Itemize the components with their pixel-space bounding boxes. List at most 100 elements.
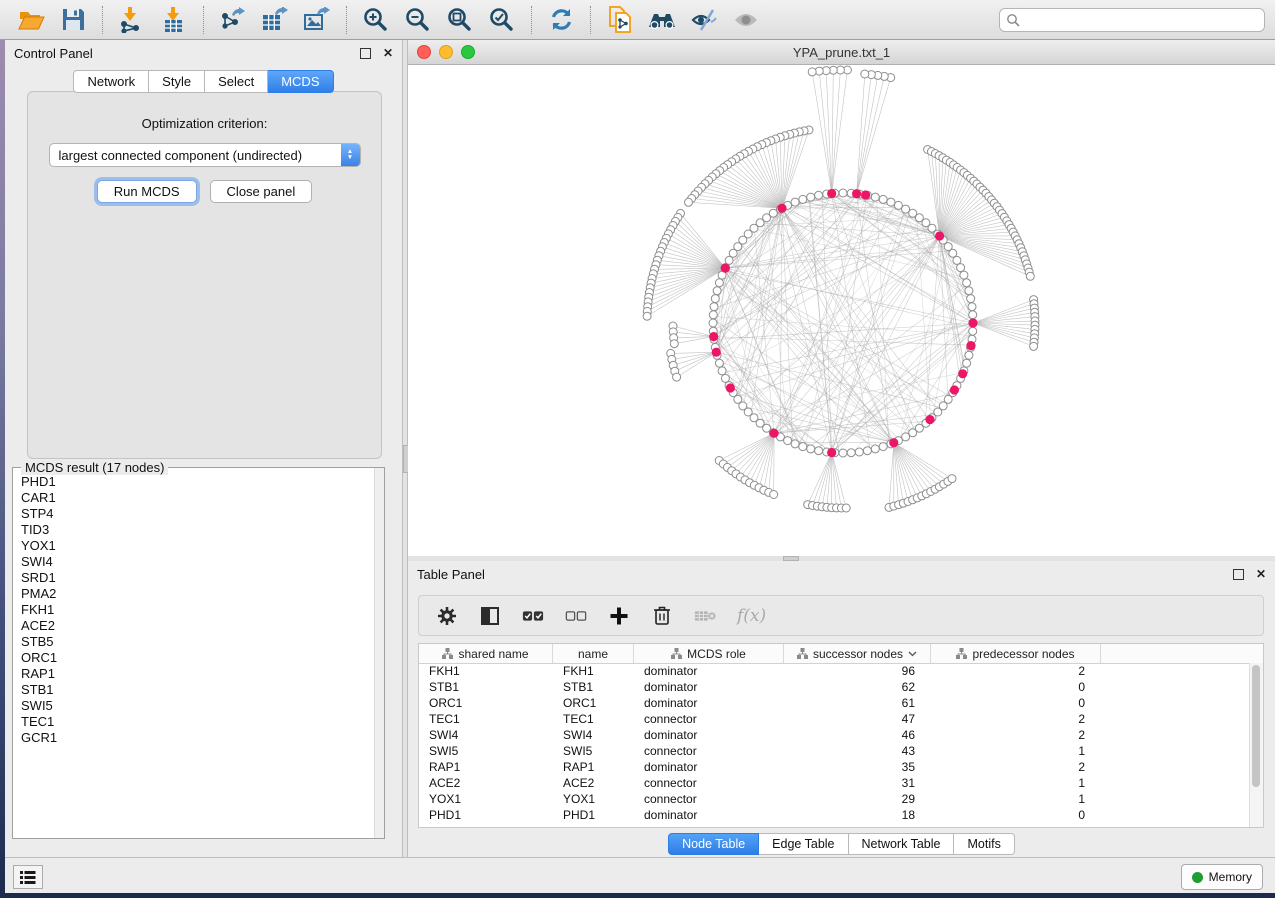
table-row[interactable]: RAP1RAP1dominator352 bbox=[419, 759, 1250, 775]
cell: 2 bbox=[931, 712, 1101, 726]
mcds-result-item[interactable]: RAP1 bbox=[21, 666, 374, 682]
cell: STB1 bbox=[553, 680, 634, 694]
delete-table-icon[interactable] bbox=[694, 605, 716, 627]
mcds-result-item[interactable]: TID3 bbox=[21, 522, 374, 538]
import-network-icon[interactable] bbox=[117, 5, 147, 35]
import-table-icon[interactable] bbox=[159, 5, 189, 35]
scrollbar-thumb[interactable] bbox=[1252, 665, 1260, 787]
cell: ORC1 bbox=[419, 696, 553, 710]
mcds-result-item[interactable]: GCR1 bbox=[21, 730, 374, 746]
tab-node-table[interactable]: Node Table bbox=[668, 833, 759, 855]
mcds-result-item[interactable]: PMA2 bbox=[21, 586, 374, 602]
float-panel-icon[interactable] bbox=[1233, 569, 1244, 580]
task-history-button[interactable] bbox=[13, 865, 43, 889]
mcds-result-item[interactable]: YOX1 bbox=[21, 538, 374, 554]
mcds-result-item[interactable]: STB5 bbox=[21, 634, 374, 650]
cell: YOX1 bbox=[553, 792, 634, 806]
mcds-result-item[interactable]: ACE2 bbox=[21, 618, 374, 634]
save-session-icon[interactable] bbox=[58, 5, 88, 35]
mcds-result-item[interactable]: TEC1 bbox=[21, 714, 374, 730]
table-tabs: Node TableEdge TableNetwork TableMotifs bbox=[408, 833, 1275, 855]
table-row[interactable]: SWI4SWI4dominator462 bbox=[419, 727, 1250, 743]
export-table-icon[interactable] bbox=[260, 5, 290, 35]
column-header-shared-name[interactable]: shared name bbox=[419, 644, 553, 663]
table-settings-icon[interactable] bbox=[436, 605, 458, 627]
table-scrollbar[interactable] bbox=[1249, 663, 1263, 827]
zoom-fit-icon[interactable] bbox=[445, 5, 475, 35]
table-row[interactable]: ACE2ACE2connector311 bbox=[419, 775, 1250, 791]
zoom-in-icon[interactable] bbox=[361, 5, 391, 35]
column-header-predecessor-nodes[interactable]: predecessor nodes bbox=[931, 644, 1101, 663]
mcds-result-item[interactable]: ORC1 bbox=[21, 650, 374, 666]
export-image-icon[interactable] bbox=[302, 5, 332, 35]
zoom-selected-icon[interactable] bbox=[487, 5, 517, 35]
hide-selected-icon[interactable] bbox=[689, 5, 719, 35]
mcds-result-item[interactable]: PHD1 bbox=[21, 474, 374, 490]
cell: 31 bbox=[784, 776, 931, 790]
run-mcds-button[interactable]: Run MCDS bbox=[97, 180, 197, 203]
table-row[interactable]: FKH1FKH1dominator962 bbox=[419, 663, 1250, 679]
mcds-result-item[interactable]: STB1 bbox=[21, 682, 374, 698]
close-panel-icon[interactable]: ✕ bbox=[1256, 568, 1266, 580]
search-network-icon[interactable] bbox=[647, 5, 677, 35]
mcds-result-item[interactable]: SWI5 bbox=[21, 698, 374, 714]
memory-label: Memory bbox=[1209, 870, 1252, 884]
table-body: FKH1FKH1dominator962STB1STB1dominator620… bbox=[419, 663, 1250, 827]
zoom-out-icon[interactable] bbox=[403, 5, 433, 35]
table-row[interactable]: STB1STB1dominator620 bbox=[419, 679, 1250, 695]
network-canvas[interactable] bbox=[408, 65, 1275, 555]
mcds-result-item[interactable]: STP4 bbox=[21, 506, 374, 522]
mcds-options-group: Optimization criterion: largest connecte… bbox=[27, 91, 382, 459]
cell: PHD1 bbox=[553, 808, 634, 822]
table-row[interactable]: ORC1ORC1dominator610 bbox=[419, 695, 1250, 711]
apply-function-icon[interactable]: f(x) bbox=[737, 606, 766, 626]
clone-network-icon[interactable] bbox=[605, 5, 635, 35]
cell: 62 bbox=[784, 680, 931, 694]
column-header-name[interactable]: name bbox=[553, 644, 634, 663]
mcds-result-item[interactable]: FKH1 bbox=[21, 602, 374, 618]
tab-network[interactable]: Network bbox=[73, 70, 149, 93]
select-all-icon[interactable] bbox=[522, 605, 544, 627]
mcds-result-list[interactable]: PHD1CAR1STP4TID3YOX1SWI4SRD1PMA2FKH1ACE2… bbox=[14, 474, 374, 837]
network-search-box[interactable] bbox=[999, 8, 1265, 32]
search-icon bbox=[1006, 13, 1020, 27]
tab-motifs[interactable]: Motifs bbox=[954, 833, 1014, 855]
column-header-successor-nodes[interactable]: successor nodes bbox=[784, 644, 931, 663]
table-row[interactable]: PHD1PHD1dominator180 bbox=[419, 807, 1250, 823]
table-row[interactable]: YOX1YOX1connector291 bbox=[419, 791, 1250, 807]
cell: dominator bbox=[634, 680, 784, 694]
delete-column-icon[interactable] bbox=[651, 605, 673, 627]
refresh-icon[interactable] bbox=[546, 5, 576, 35]
mcds-result-scrollbar[interactable] bbox=[374, 468, 384, 838]
mcds-result-title: MCDS result (17 nodes) bbox=[21, 460, 168, 475]
close-panel-button[interactable]: Close panel bbox=[210, 180, 313, 203]
mcds-result-item[interactable]: SWI4 bbox=[21, 554, 374, 570]
network-svg bbox=[408, 65, 1275, 555]
deselect-all-icon[interactable] bbox=[565, 605, 587, 627]
mcds-result-item[interactable]: CAR1 bbox=[21, 490, 374, 506]
memory-button[interactable]: Memory bbox=[1181, 864, 1263, 890]
mcds-result-item[interactable]: SRD1 bbox=[21, 570, 374, 586]
tab-style[interactable]: Style bbox=[149, 70, 205, 93]
tab-edge-table[interactable]: Edge Table bbox=[759, 833, 848, 855]
float-panel-icon[interactable] bbox=[360, 48, 371, 59]
column-header-MCDS-role[interactable]: MCDS role bbox=[634, 644, 784, 663]
cell: ACE2 bbox=[553, 776, 634, 790]
show-all-icon[interactable] bbox=[731, 5, 761, 35]
show-columns-icon[interactable] bbox=[479, 605, 501, 627]
table-header: shared namenameMCDS rolesuccessor nodesp… bbox=[419, 644, 1263, 664]
table-row[interactable]: TEC1TEC1connector472 bbox=[419, 711, 1250, 727]
tab-mcds[interactable]: MCDS bbox=[268, 70, 333, 93]
search-input[interactable] bbox=[1020, 12, 1258, 28]
cell: SWI4 bbox=[553, 728, 634, 742]
export-network-icon[interactable] bbox=[218, 5, 248, 35]
tab-select[interactable]: Select bbox=[205, 70, 268, 93]
table-row[interactable]: SWI5SWI5connector431 bbox=[419, 743, 1250, 759]
add-column-icon[interactable] bbox=[608, 605, 630, 627]
cell: TEC1 bbox=[553, 712, 634, 726]
criterion-dropdown[interactable]: largest connected component (undirected)… bbox=[49, 143, 361, 167]
close-panel-icon[interactable]: ✕ bbox=[383, 47, 393, 59]
tab-network-table[interactable]: Network Table bbox=[849, 833, 955, 855]
open-file-icon[interactable] bbox=[16, 5, 46, 35]
cell: 47 bbox=[784, 712, 931, 726]
